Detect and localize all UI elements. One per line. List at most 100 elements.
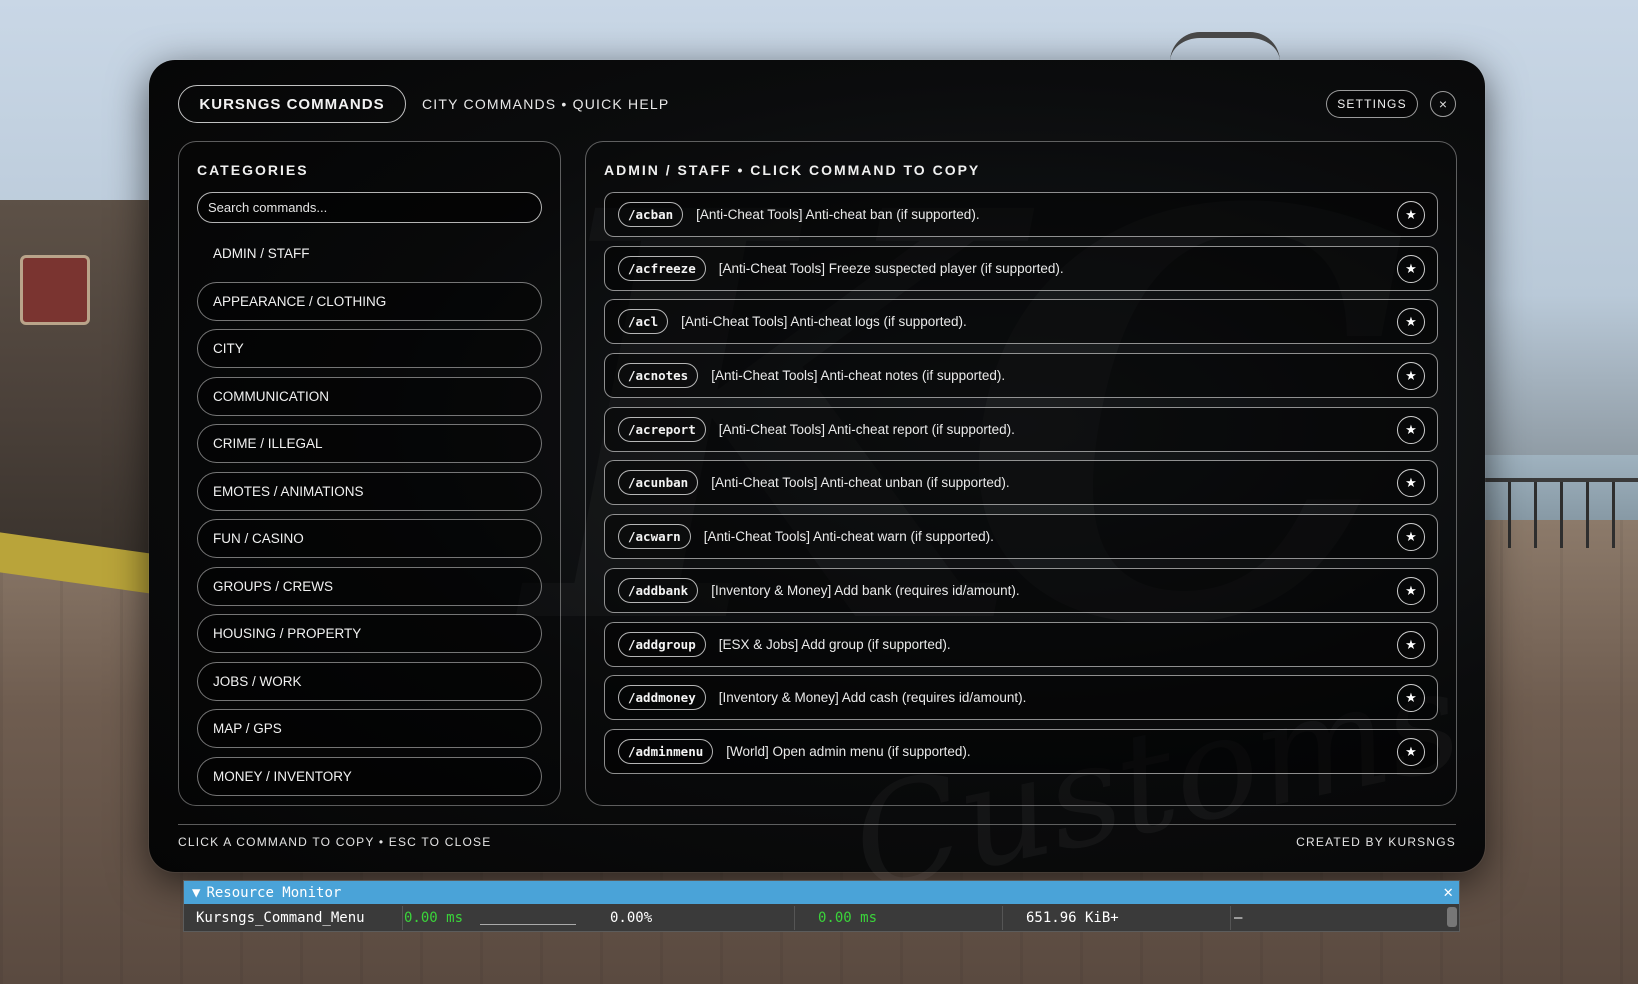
command-row[interactable]: /acl [Anti-Cheat Tools] Anti-cheat logs (… <box>604 299 1438 345</box>
command-name: /addgroup <box>618 631 706 657</box>
category-label: ADMIN / STAFF <box>213 246 310 261</box>
category-label: MONEY / INVENTORY <box>213 768 352 784</box>
search-input[interactable] <box>197 192 542 223</box>
resource-tick-ms: 0.00 ms <box>818 910 878 926</box>
resource-row: Kursngs_Command_Menu 0.00 ms 0.00% 0.00 … <box>184 904 1459 932</box>
scrollbar[interactable] <box>1447 907 1457 927</box>
category-item[interactable]: GROUPS / CREWS <box>197 566 542 606</box>
resource-monitor-titlebar[interactable]: ▼ Resource Monitor ✕ <box>184 881 1459 904</box>
categories-title: CATEGORIES <box>197 162 309 178</box>
close-icon: × <box>1438 96 1448 112</box>
category-item[interactable]: APPEARANCE / CLOTHING <box>197 281 542 321</box>
favorite-star-icon[interactable]: ★ <box>1397 523 1425 552</box>
command-row[interactable]: /acwarn [Anti-Cheat Tools] Anti-cheat war… <box>604 514 1438 560</box>
command-row[interactable]: /addmoney [Inventory & Money] Add cash (r… <box>604 675 1438 721</box>
command-name: /acwarn <box>618 524 691 550</box>
resource-name: Kursngs_Command_Menu <box>196 910 365 926</box>
command-name: /adminmenu <box>618 738 714 764</box>
command-description: [Anti-Cheat Tools] Freeze suspected play… <box>718 260 1064 276</box>
street-lamp <box>1170 32 1280 62</box>
category-item[interactable]: JOBS / WORK <box>197 661 542 701</box>
command-menu-panel: KC Customs KURSNGS COMMANDS CITY COMMAND… <box>149 60 1485 925</box>
favorite-star-icon[interactable]: ★ <box>1397 737 1425 766</box>
category-label: EMOTES / ANIMATIONS <box>213 483 364 499</box>
command-name: /acreport <box>618 416 706 442</box>
category-item[interactable]: COMMUNICATION <box>197 376 542 416</box>
command-row[interactable]: /acunban [Anti-Cheat Tools] Anti-cheat un… <box>604 460 1438 506</box>
command-name: /acfreeze <box>618 255 706 281</box>
category-label: COMMUNICATION <box>213 388 329 404</box>
command-row[interactable]: /addbank [Inventory & Money] Add bank (re… <box>604 567 1438 613</box>
resource-monitor: ▼ Resource Monitor ✕ Kursngs_Command_Men… <box>183 880 1460 932</box>
command-list: /acban [Anti-Cheat Tools] Anti-cheat ban … <box>604 192 1438 783</box>
column-divider <box>402 906 403 930</box>
favorite-star-icon[interactable]: ★ <box>1397 415 1425 444</box>
categories-sidebar: CATEGORIES ADMIN / STAFF APPEARANCE / CLO… <box>178 141 561 806</box>
command-description: [Anti-Cheat Tools] Anti-cheat warn (if s… <box>703 529 994 545</box>
category-label: HOUSING / PROPERTY <box>213 626 362 641</box>
cpu-sparkline <box>480 924 576 925</box>
favorite-star-icon[interactable]: ★ <box>1397 630 1425 659</box>
command-description: [Anti-Cheat Tools] Anti-cheat unban (if … <box>711 475 1010 491</box>
category-item[interactable]: FUN / CASINO <box>197 519 542 558</box>
command-name: /acnotes <box>618 363 699 389</box>
footer-divider <box>178 824 1456 825</box>
category-item[interactable]: HOUSING / PROPERTY <box>197 614 542 653</box>
command-row[interactable]: /acreport [Anti-Cheat Tools] Anti-cheat r… <box>604 406 1438 452</box>
category-item[interactable]: MONEY / INVENTORY <box>197 756 542 796</box>
resource-memory: 651.96 KiB+ <box>1026 910 1119 926</box>
command-row[interactable]: /addgroup [ESX & Jobs] Add group (if supp… <box>604 621 1438 667</box>
favorite-star-icon[interactable]: ★ <box>1397 576 1425 605</box>
command-row[interactable]: /acnotes [Anti-Cheat Tools] Anti-cheat no… <box>604 353 1438 399</box>
brand-title: KURSNGS COMMANDS <box>178 85 406 123</box>
command-description: [ESX & Jobs] Add group (if supported). <box>718 636 951 652</box>
column-divider <box>794 906 795 930</box>
category-label: FUN / CASINO <box>213 531 304 546</box>
command-description: [Anti-Cheat Tools] Anti-cheat ban (if su… <box>696 207 980 222</box>
category-item[interactable]: EMOTES / ANIMATIONS <box>197 471 542 511</box>
resource-cpu-ms: 0.00 ms <box>404 910 464 926</box>
category-item[interactable]: CITY <box>197 329 542 368</box>
command-name: /acban <box>618 202 684 227</box>
category-label: CITY <box>213 341 244 356</box>
category-label: CRIME / ILLEGAL <box>213 436 323 451</box>
column-divider <box>1002 906 1003 930</box>
category-item[interactable]: CRIME / ILLEGAL <box>197 424 542 463</box>
command-row[interactable]: /adminmenu [World] Open admin menu (if su… <box>604 728 1438 774</box>
collapse-triangle-icon[interactable]: ▼ <box>192 885 200 901</box>
command-name: /addbank <box>618 577 699 603</box>
command-description: [Inventory & Money] Add cash (requires i… <box>718 690 1027 706</box>
category-list: ADMIN / STAFF APPEARANCE / CLOTHING CITY CO… <box>197 234 542 804</box>
category-item[interactable]: ADMIN / STAFF <box>197 234 542 273</box>
resource-monitor-title: Resource Monitor <box>206 884 342 901</box>
footer-hint: CLICK A COMMAND TO COPY • ESC TO CLOSE <box>178 835 492 849</box>
command-description: [World] Open admin menu (if supported). <box>726 743 971 759</box>
shop-sign <box>20 255 90 325</box>
command-row[interactable]: /acfreeze [Anti-Cheat Tools] Freeze suspe… <box>604 245 1438 291</box>
command-row[interactable]: /acban [Anti-Cheat Tools] Anti-cheat ban … <box>604 192 1438 237</box>
header-subtitle: CITY COMMANDS • QUICK HELP <box>422 96 670 112</box>
favorite-star-icon[interactable]: ★ <box>1397 254 1425 283</box>
favorite-star-icon[interactable]: ★ <box>1397 201 1425 229</box>
footer-credit: CREATED BY KURSNGS <box>1296 835 1456 849</box>
favorite-star-icon[interactable]: ★ <box>1397 684 1425 713</box>
favorite-star-icon[interactable]: ★ <box>1397 469 1425 498</box>
command-description: [Anti-Cheat Tools] Anti-cheat logs (if s… <box>681 314 967 330</box>
resource-monitor-close-icon[interactable]: ✕ <box>1443 882 1453 901</box>
commands-panel: ADMIN / STAFF • CLICK COMMAND TO COPY /a… <box>585 141 1457 806</box>
category-label: JOBS / WORK <box>213 673 302 689</box>
resource-extra: – <box>1234 910 1243 926</box>
resource-cpu-percent: 0.00% <box>610 910 653 926</box>
command-name: /acl <box>618 309 669 335</box>
command-name: /acunban <box>618 470 699 496</box>
command-description: [Anti-Cheat Tools] Anti-cheat report (if… <box>718 421 1015 437</box>
favorite-star-icon[interactable]: ★ <box>1397 308 1425 337</box>
favorite-star-icon[interactable]: ★ <box>1397 362 1425 391</box>
command-description: [Anti-Cheat Tools] Anti-cheat notes (if … <box>711 368 1006 384</box>
category-label: APPEARANCE / CLOTHING <box>213 293 387 309</box>
close-button[interactable]: × <box>1430 91 1456 117</box>
category-label: GROUPS / CREWS <box>213 578 334 594</box>
settings-button[interactable]: SETTINGS <box>1326 90 1418 118</box>
category-item[interactable]: MAP / GPS <box>197 709 542 748</box>
building <box>0 200 170 560</box>
